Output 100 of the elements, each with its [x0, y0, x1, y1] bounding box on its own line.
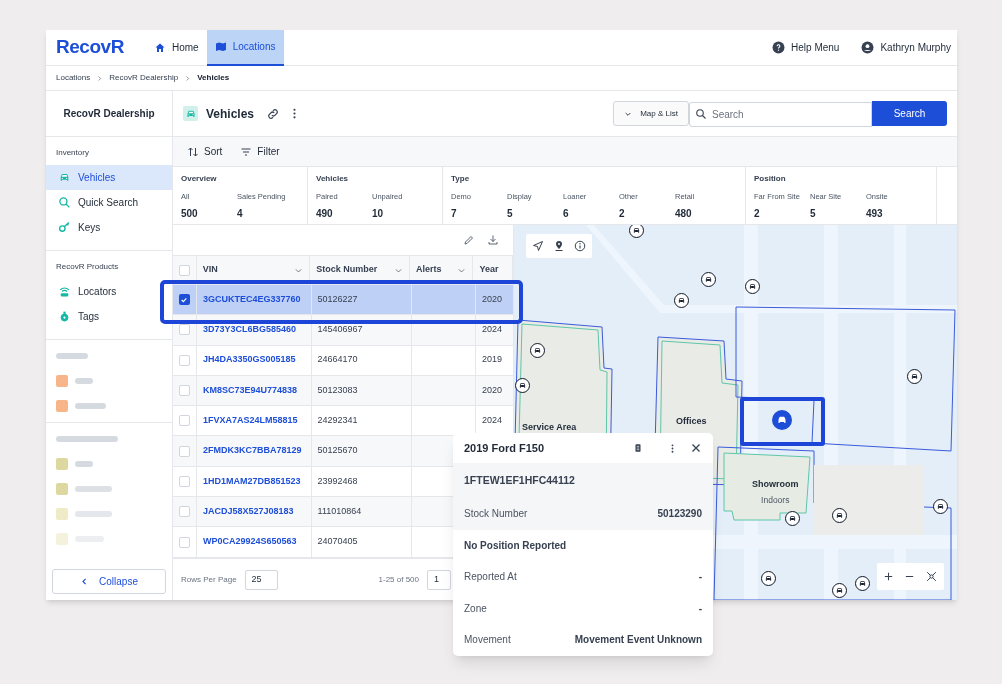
checkmark-icon — [180, 295, 189, 304]
help-menu-button[interactable]: Help Menu — [772, 40, 840, 55]
nav-tab[interactable]: Locations — [206, 30, 284, 66]
tag-icon — [58, 310, 71, 323]
placeholder-bar — [75, 403, 106, 409]
stat-group-title: Overview — [181, 173, 218, 185]
column-header[interactable]: Alerts — [416, 263, 442, 277]
checkbox[interactable] — [178, 354, 190, 366]
home-icon — [154, 41, 166, 54]
popup-field-label: Stock Number — [464, 507, 528, 522]
stat-value: 480 — [675, 207, 693, 222]
vin-link[interactable]: 2FMDK3KC7BBA78129 — [202, 444, 302, 458]
stat-group-title: Vehicles — [316, 173, 350, 185]
link-icon[interactable] — [266, 106, 281, 121]
map-label: Indoors — [761, 493, 790, 507]
placeholder-square — [56, 458, 68, 470]
zoom-in-icon[interactable] — [883, 571, 894, 582]
vin-link[interactable]: JH4DA3350GS005185 — [202, 353, 296, 367]
vin-link[interactable]: 1HD1MAM27DB851523 — [202, 474, 301, 489]
info-icon[interactable] — [574, 240, 586, 252]
placeholder-bar — [56, 436, 118, 442]
sidebar-item[interactable]: Locators — [46, 279, 172, 304]
sidebar-item[interactable]: Keys — [46, 215, 172, 240]
section-label: Inventory — [55, 147, 90, 159]
user-menu-button[interactable]: Kathryn Murphy — [861, 40, 951, 55]
logo[interactable]: RecovR — [46, 33, 146, 62]
view-toggle-button[interactable]: Map & List — [613, 101, 689, 126]
table-cell-text: 2020 — [482, 383, 503, 397]
table-cell: 145406967 — [317, 323, 363, 337]
checkbox[interactable] — [178, 294, 190, 306]
stat-value: 6 — [563, 207, 570, 222]
toolbar-button[interactable]: Sort — [187, 144, 223, 159]
popup-field-value: - — [698, 601, 702, 616]
nav-tab[interactable]: Home — [146, 30, 207, 66]
popup-field-label: Zone — [464, 601, 487, 616]
breadcrumb-link[interactable]: Locations — [56, 72, 91, 84]
search-field[interactable]: Search — [689, 102, 872, 127]
checkbox[interactable] — [178, 536, 190, 548]
checkbox[interactable] — [178, 385, 190, 397]
column-header[interactable]: Year — [479, 263, 499, 277]
table-cell-text: 23992468 — [317, 474, 358, 488]
breadcrumb-link[interactable]: RecovR Dealership — [109, 72, 179, 84]
vin-link[interactable]: JACDJ58X527J08183 — [202, 504, 294, 519]
table-cell-text: 50126227 — [317, 292, 358, 306]
checkbox[interactable] — [178, 475, 190, 487]
rows-per-page-label: Rows Per Page — [181, 573, 237, 586]
section-label: RecovR Products — [55, 261, 120, 273]
checkbox[interactable] — [178, 445, 190, 457]
location-pin-icon[interactable] — [553, 240, 565, 252]
placeholder-square — [56, 375, 68, 387]
close-icon[interactable] — [690, 442, 702, 454]
stat-value: 493 — [866, 207, 884, 222]
download-icon[interactable] — [487, 234, 499, 246]
popup-field-label: Reported At — [464, 570, 517, 585]
sidebar-item[interactable]: Tags — [46, 304, 172, 329]
popup-heading: No Position Reported — [464, 538, 567, 553]
checkbox[interactable] — [178, 415, 190, 427]
collapse-button[interactable]: Collapse — [52, 569, 166, 594]
placeholder-bar — [75, 486, 112, 492]
vin-link[interactable]: 3D73Y3CL6BG585460 — [202, 323, 296, 337]
vin-link[interactable]: 1FVXA7AS24LM58815 — [202, 414, 298, 428]
checkbox[interactable] — [178, 264, 190, 276]
placeholder-square — [56, 400, 68, 412]
column-header[interactable]: VIN — [202, 263, 218, 277]
document-icon[interactable] — [633, 443, 643, 453]
checkbox[interactable] — [178, 324, 190, 336]
placeholder-bar — [75, 378, 93, 384]
sidebar-item[interactable]: Quick Search — [46, 190, 172, 215]
table-cell: 2024 — [482, 323, 503, 337]
vin-link[interactable]: WP0CA29924S650563 — [202, 535, 297, 549]
vin-link[interactable]: 3GCUKTEC4EG337760 — [202, 292, 301, 307]
table-cell-text: 50123083 — [317, 383, 358, 397]
breadcrumb-link[interactable]: Vehicles — [197, 72, 230, 84]
stat-value: 2 — [619, 207, 626, 222]
filter-icon — [240, 145, 253, 158]
vin-link[interactable]: KM8SC73E94U774838 — [202, 383, 297, 398]
sidebar-item[interactable]: Vehicles — [46, 165, 172, 190]
column-header[interactable]: Stock Number — [316, 263, 378, 277]
stat-value: 490 — [316, 207, 334, 222]
stat-value: 10 — [372, 207, 385, 222]
placeholder-bar — [75, 461, 93, 467]
placeholder-bar — [56, 353, 88, 359]
page-field[interactable]: 1 — [427, 569, 451, 590]
checkbox[interactable] — [178, 506, 190, 518]
map-icon — [214, 40, 227, 53]
toolbar-button[interactable]: Filter — [240, 144, 280, 159]
search-button[interactable]: Search — [872, 101, 947, 126]
page-range: 1-25 of 500 — [378, 573, 419, 586]
table-cell: 24292341 — [317, 414, 358, 428]
vehicle-icon — [183, 106, 198, 121]
stat-value: 5 — [507, 207, 514, 222]
rows-per-page-select[interactable]: 25 — [244, 569, 278, 590]
popup-title: 2019 Ford F150 — [464, 440, 546, 456]
stat-value: 7 — [451, 207, 458, 222]
key-icon — [58, 221, 71, 234]
sort-icon — [187, 145, 199, 158]
popup-vin: 1FTEW1EF1HFC44112 — [464, 472, 575, 488]
sidebar-title: RecovR Dealership — [46, 91, 172, 137]
popup-field-label: Movement — [464, 633, 511, 648]
navigation-icon[interactable] — [532, 240, 544, 252]
